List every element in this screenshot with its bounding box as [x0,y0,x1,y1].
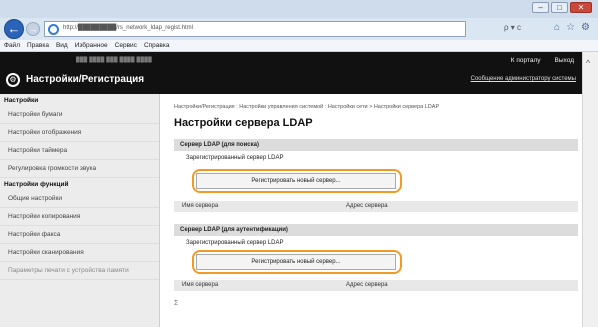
toolbar-icons: ⌂ ☆ ⚙ [554,22,590,33]
close-button[interactable]: ✕ [570,2,592,13]
sidebar-item-scan[interactable]: Настройки сканирования [0,244,159,262]
register-new-server-button[interactable]: Регистрировать новый сервер... [196,173,396,189]
sidebar-item-memory-print[interactable]: Параметры печати с устройства памяти [0,262,159,280]
logout-link[interactable]: Выход [555,57,574,64]
server-table-header: Имя сервера Адрес сервера [174,280,578,291]
portal-link[interactable]: К порталу [511,57,541,64]
server-table-header: Имя сервера Адрес сервера [174,201,578,212]
sidebar-section-functions: Настройки функций [4,181,69,188]
remote-ui-header: ███ ████ ███ ████ ████ К порталу Выход ⚙… [0,52,582,94]
device-info-text: ███ ████ ███ ████ ████ [76,57,152,63]
settings-sidebar: Настройки Настройки бумаги Настройки ото… [0,94,160,327]
page-footer-mark: Σ [174,300,179,307]
sidebar-item-general[interactable]: Общие настройки [0,190,159,208]
registered-server-label: Зарегистрированный сервер LDAP [186,155,284,161]
forward-arrow-icon[interactable]: → [26,22,40,36]
scroll-up-arrow-icon[interactable]: ^ [586,58,590,68]
maximize-button[interactable]: □ [551,2,568,13]
col-server-address: Адрес сервера [346,203,388,209]
sidebar-item-copy[interactable]: Настройки копирования [0,208,159,226]
sidebar-item-timer[interactable]: Настройки таймера [0,142,159,160]
menu-file[interactable]: Файл [4,42,20,49]
menu-favorites[interactable]: Избранное [75,42,108,49]
sidebar-item-paper[interactable]: Настройки бумаги [0,106,159,124]
settings-gear-icon: ⚙ [6,73,20,87]
home-icon[interactable]: ⌂ [554,22,560,33]
menu-edit[interactable]: Правка [27,42,49,49]
admin-message-link[interactable]: Сообщение администратору системы [471,76,576,82]
ldap-search-section: Сервер LDAP (для поиска) Зарегистрирован… [174,139,578,221]
ldap-auth-section: Сервер LDAP (для аутентификации) Зарегис… [174,224,578,306]
sidebar-item-fax[interactable]: Настройки факса [0,226,159,244]
favorites-star-icon[interactable]: ☆ [566,22,575,33]
back-arrow-icon[interactable]: ← [4,19,24,39]
sidebar-section-settings: Настройки [4,97,39,104]
header-links: К порталу Выход [511,57,574,64]
col-server-name: Имя сервера [182,203,219,209]
window-titlebar: – □ ✕ [0,0,598,18]
section-heading: Сервер LDAP (для аутентификации) [174,224,578,236]
window-controls: – □ ✕ [532,2,592,13]
menu-help[interactable]: Справка [144,42,170,49]
sidebar-item-volume[interactable]: Регулировка громкости звука [0,160,159,178]
menu-tools[interactable]: Сервис [115,42,137,49]
page-section-title: Настройки/Регистрация [26,74,145,85]
search-refresh-icons[interactable]: ρ ▾ с [504,23,521,32]
browser-navbar: ← → http://█████████/rs_network_ldap_reg… [0,18,598,40]
col-server-name: Имя сервера [182,282,219,288]
breadcrumb: Настройки/Регистрация : Настройки управл… [174,104,440,110]
section-heading: Сервер LDAP (для поиска) [174,139,578,151]
page-title: Настройки сервера LDAP [174,117,313,129]
main-content: Настройки/Регистрация : Настройки управл… [160,94,582,327]
registered-server-label: Зарегистрированный сервер LDAP [186,240,284,246]
minimize-button[interactable]: – [532,2,549,13]
sidebar-item-display[interactable]: Настройки отображения [0,124,159,142]
menu-view[interactable]: Вид [56,42,68,49]
browser-menubar: Файл Правка Вид Избранное Сервис Справка [0,40,598,52]
ie-page-icon [48,24,59,35]
register-new-server-button[interactable]: Регистрировать новый сервер... [196,254,396,270]
url-text: http://█████████/rs_network_ldap_regist.… [63,25,193,31]
page-scrollbar[interactable]: ^ [582,52,598,327]
col-server-address: Адрес сервера [346,282,388,288]
address-bar[interactable]: http://█████████/rs_network_ldap_regist.… [44,21,466,37]
settings-gear-icon[interactable]: ⚙ [581,22,590,33]
